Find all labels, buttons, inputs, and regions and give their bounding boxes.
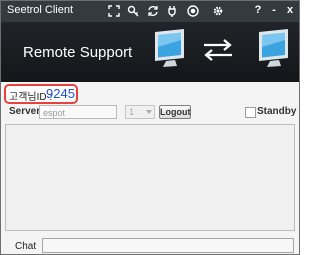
fullscreen-icon[interactable] <box>108 5 120 17</box>
title-bar[interactable]: Seetrol Client ? - x <box>1 1 299 22</box>
logout-button[interactable]: Logout <box>159 105 191 119</box>
help-button[interactable]: ? <box>252 4 264 16</box>
port-value: 1 <box>129 107 135 117</box>
banner-title: Remote Support <box>23 44 133 61</box>
standby-checkbox[interactable] <box>245 107 256 118</box>
customer-id-badge: 고객님ID : 9245 <box>4 84 78 104</box>
record-icon[interactable] <box>187 5 199 17</box>
monitor-icon <box>151 28 187 77</box>
transfer-arrows-icon <box>202 39 234 66</box>
close-button[interactable]: x <box>284 4 296 16</box>
customer-id-value: 9245 <box>46 86 75 101</box>
chat-label: Chat <box>15 241 37 252</box>
port-select[interactable]: 1 <box>125 105 155 119</box>
app-window: Seetrol Client ? - x Remote Support 고객님I… <box>0 0 300 255</box>
monitor-icon <box>255 28 291 77</box>
plug-icon[interactable] <box>167 5 179 17</box>
gear-icon[interactable] <box>212 5 224 17</box>
minimize-button[interactable]: - <box>268 4 280 16</box>
standby-label: Standby <box>257 106 297 117</box>
chevron-down-icon <box>146 110 152 114</box>
server-row: Server espot 1 Logout Standby <box>1 105 299 121</box>
app-title: Seetrol Client <box>7 4 74 16</box>
server-label: Server <box>9 106 41 117</box>
session-log-area[interactable] <box>5 124 295 231</box>
server-input[interactable]: espot <box>39 105 117 119</box>
search-key-icon[interactable] <box>127 5 139 17</box>
banner: Remote Support <box>1 22 299 82</box>
refresh-icon[interactable] <box>147 5 159 17</box>
chat-input[interactable] <box>42 238 294 253</box>
